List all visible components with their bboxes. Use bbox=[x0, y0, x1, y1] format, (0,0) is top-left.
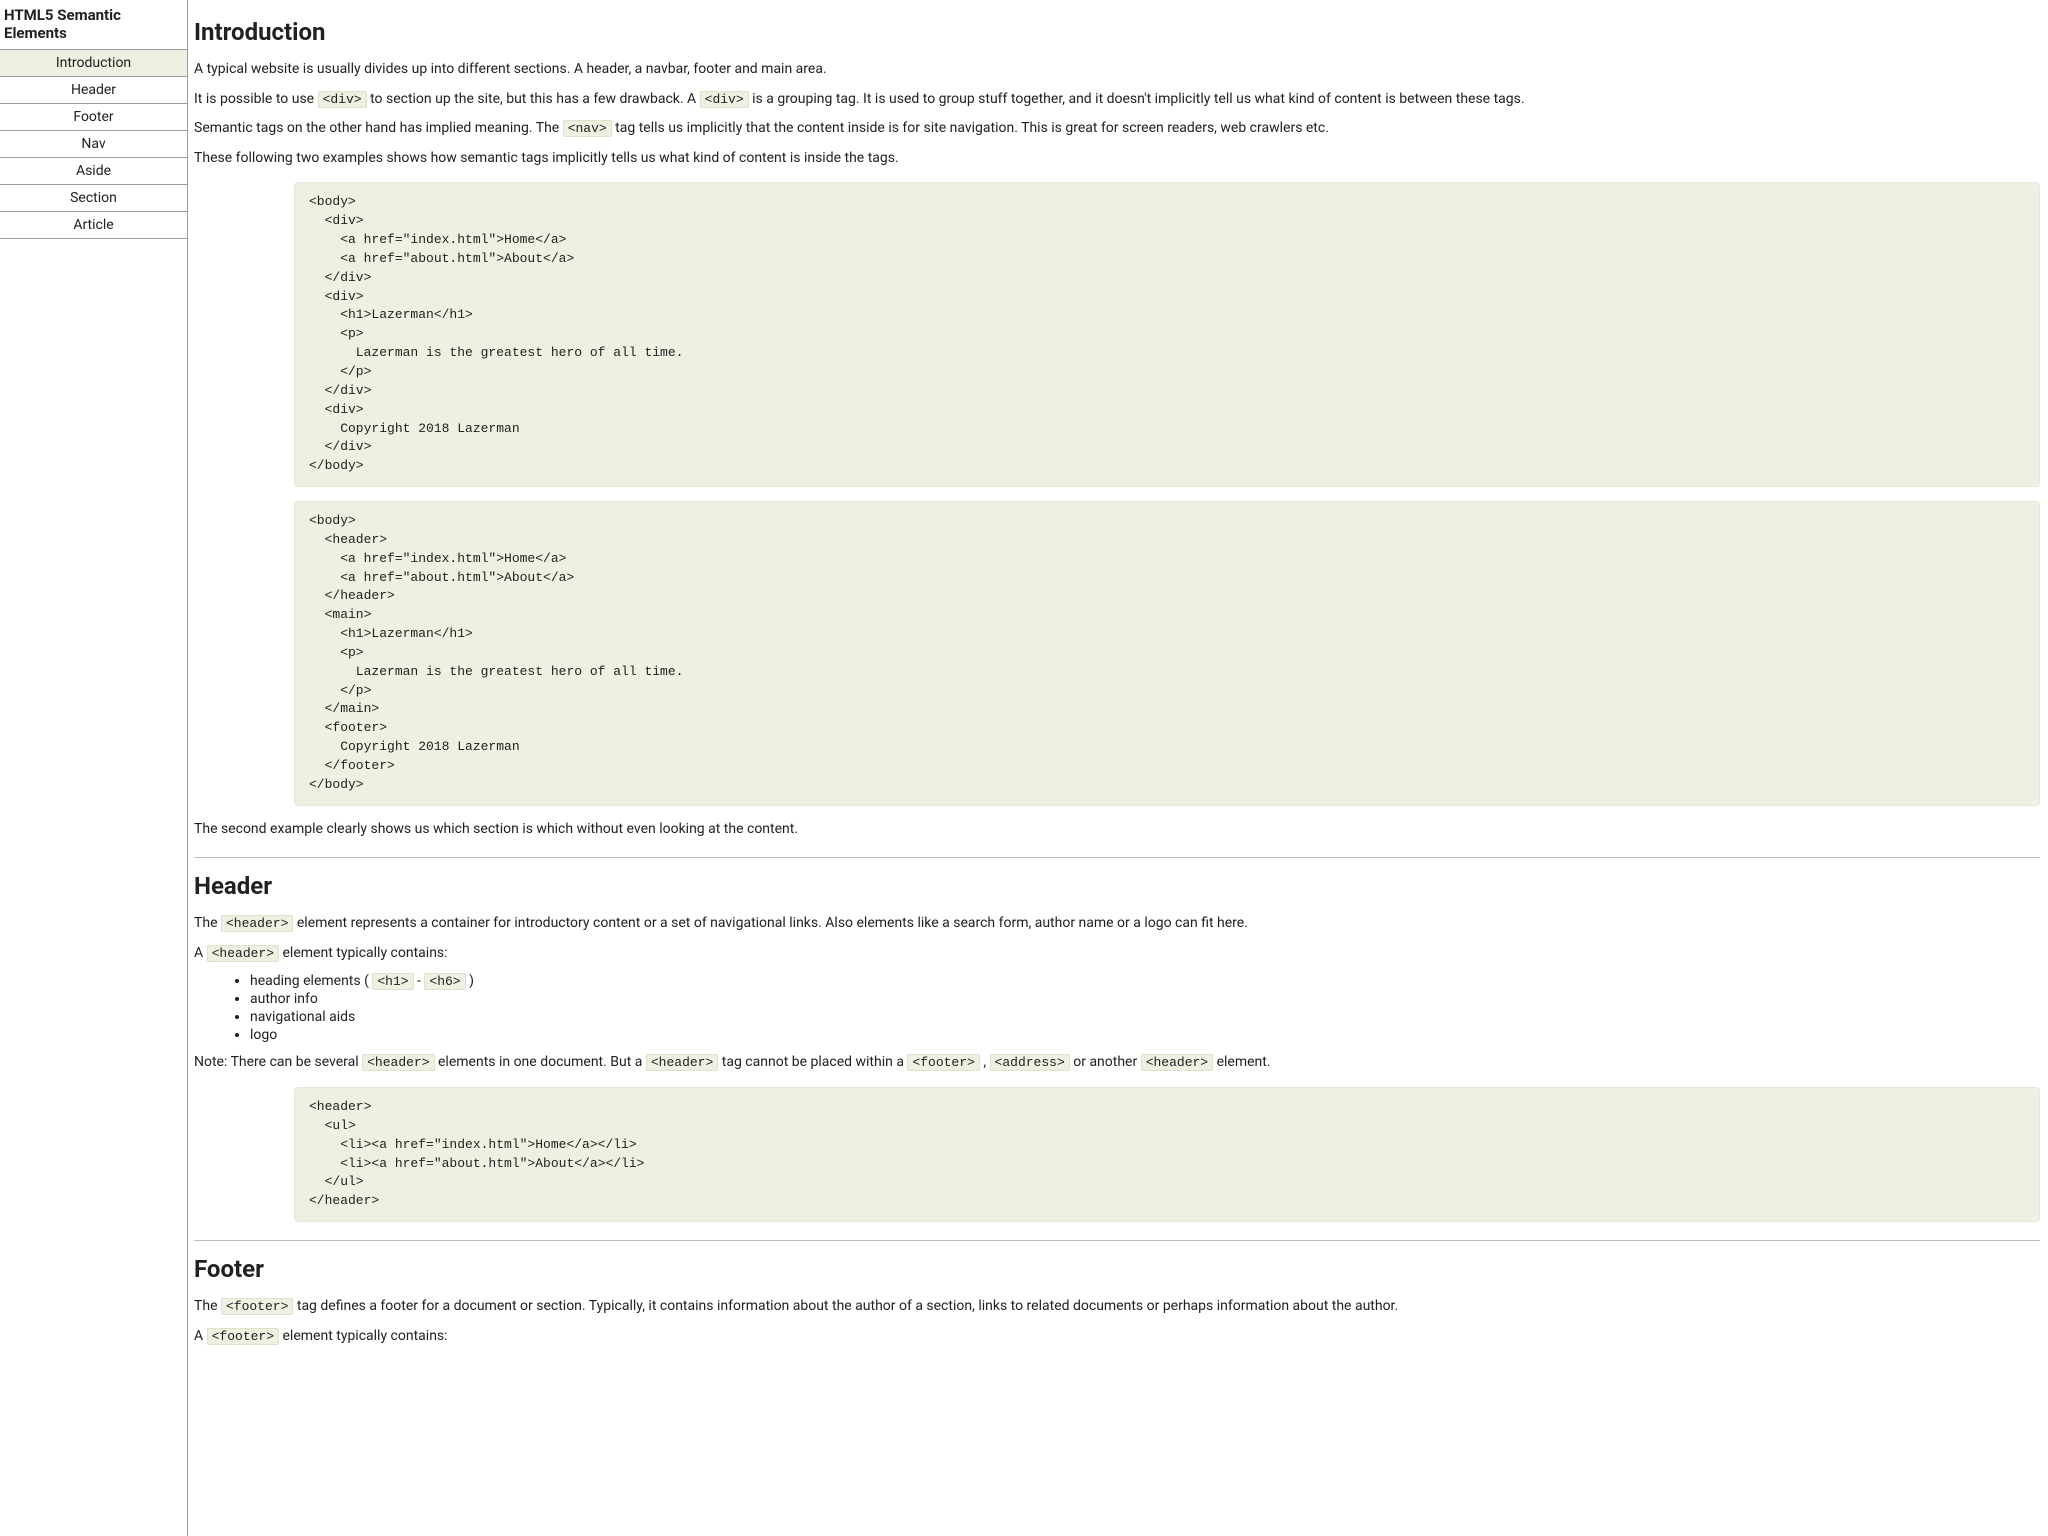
nav-item-section[interactable]: Section bbox=[0, 184, 187, 212]
sidebar-title: HTML5 Semantic Elements bbox=[0, 0, 187, 50]
code-example-div: <body> <div> <a href="index.html">Home</… bbox=[294, 182, 2040, 487]
intro-paragraph-3: Semantic tags on the other hand has impl… bbox=[194, 119, 2040, 139]
code-h6: <h6> bbox=[424, 973, 465, 990]
section-header: Header The <header> element represents a… bbox=[194, 872, 2040, 1222]
list-item: heading elements ( <h1> - <h6> ) bbox=[250, 973, 2040, 989]
intro-paragraph-1: A typical website is usually divides up … bbox=[194, 60, 2040, 80]
header-contains-list: heading elements ( <h1> - <h6> ) author … bbox=[194, 973, 2040, 1043]
code-footer: <footer> bbox=[907, 1054, 979, 1071]
nav-item-nav[interactable]: Nav bbox=[0, 130, 187, 158]
heading-header: Header bbox=[194, 872, 2040, 900]
code-header: <header> bbox=[646, 1054, 718, 1071]
intro-paragraph-2: It is possible to use <div> to section u… bbox=[194, 90, 2040, 110]
code-div: <div> bbox=[318, 91, 367, 108]
list-item: author info bbox=[250, 991, 2040, 1007]
code-address: <address> bbox=[990, 1054, 1070, 1071]
nav-item-footer[interactable]: Footer bbox=[0, 103, 187, 131]
code-example-header: <header> <ul> <li><a href="index.html">H… bbox=[294, 1087, 2040, 1222]
nav-item-header[interactable]: Header bbox=[0, 76, 187, 104]
intro-paragraph-4: These following two examples shows how s… bbox=[194, 149, 2040, 169]
header-paragraph-1: The <header> element represents a contai… bbox=[194, 914, 2040, 934]
nav-item-aside[interactable]: Aside bbox=[0, 157, 187, 185]
list-item: navigational aids bbox=[250, 1009, 2040, 1025]
nav-item-article[interactable]: Article bbox=[0, 211, 187, 239]
divider bbox=[194, 1240, 2040, 1241]
list-item: logo bbox=[250, 1027, 2040, 1043]
main-content: Introduction A typical website is usuall… bbox=[188, 0, 2048, 1536]
footer-paragraph-2: A <footer> element typically contains: bbox=[194, 1327, 2040, 1347]
code-example-semantic: <body> <header> <a href="index.html">Hom… bbox=[294, 501, 2040, 806]
sidebar: HTML5 Semantic Elements Introduction Hea… bbox=[0, 0, 188, 1536]
code-header: <header> bbox=[207, 945, 279, 962]
code-header: <header> bbox=[362, 1054, 434, 1071]
heading-footer: Footer bbox=[194, 1255, 2040, 1283]
intro-paragraph-5: The second example clearly shows us whic… bbox=[194, 820, 2040, 840]
code-footer: <footer> bbox=[221, 1298, 293, 1315]
header-paragraph-3: Note: There can be several <header> elem… bbox=[194, 1053, 2040, 1073]
section-footer: Footer The <footer> tag defines a footer… bbox=[194, 1255, 2040, 1346]
section-introduction: Introduction A typical website is usuall… bbox=[194, 18, 2040, 839]
nav-item-introduction[interactable]: Introduction bbox=[0, 49, 187, 77]
code-header: <header> bbox=[221, 915, 293, 932]
heading-introduction: Introduction bbox=[194, 18, 2040, 46]
code-header: <header> bbox=[1141, 1054, 1213, 1071]
footer-paragraph-1: The <footer> tag defines a footer for a … bbox=[194, 1297, 2040, 1317]
divider bbox=[194, 857, 2040, 858]
code-div: <div> bbox=[700, 91, 749, 108]
code-footer: <footer> bbox=[207, 1328, 279, 1345]
code-h1: <h1> bbox=[372, 973, 413, 990]
code-nav: <nav> bbox=[563, 120, 612, 137]
header-paragraph-2: A <header> element typically contains: bbox=[194, 944, 2040, 964]
